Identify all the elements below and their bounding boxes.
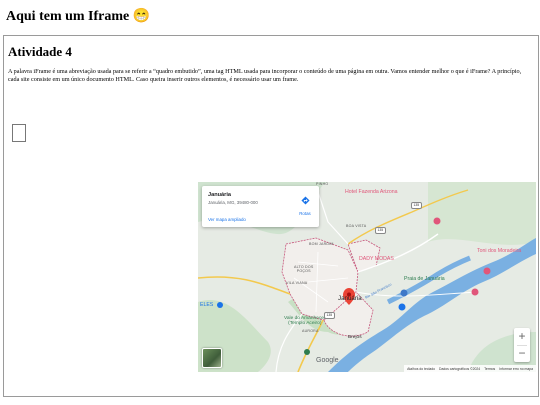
google-logo: Google bbox=[316, 357, 339, 364]
label-eles: ELES bbox=[200, 302, 214, 308]
place-card: Januária Januária, MG, 39480-000 Ver map… bbox=[202, 186, 319, 227]
directions-button[interactable]: Rotas bbox=[295, 192, 315, 216]
terms-link[interactable]: Termos bbox=[484, 367, 495, 371]
broken-image-icon bbox=[12, 124, 26, 142]
route-badge: 135 bbox=[375, 227, 386, 234]
embedded-google-map[interactable]: Januária Januária, MG, 39480-000 Ver map… bbox=[198, 182, 536, 372]
label-vila-viana: VILA VIANA bbox=[286, 281, 308, 285]
route-badge: 135 bbox=[324, 312, 335, 319]
label-praia-de-januaria: Praia de Januária bbox=[404, 276, 445, 282]
zoom-out-button[interactable]: − bbox=[514, 345, 530, 362]
satellite-layer-button[interactable] bbox=[202, 348, 222, 368]
report-error-link[interactable]: Informar erro no mapa bbox=[499, 367, 533, 371]
label-aurora: AURORA bbox=[302, 329, 319, 333]
label-brejos: Brejos bbox=[348, 335, 362, 340]
iframe-content: Atividade 4 A palavra iFrame é uma abrev… bbox=[3, 35, 539, 397]
label-city-januaria: Januária bbox=[338, 295, 362, 302]
zoom-in-button[interactable]: + bbox=[514, 328, 530, 345]
keyboard-shortcuts-link[interactable]: Atalhos do teclado bbox=[407, 367, 435, 371]
label-bom-jardim: BOM JARDIM bbox=[309, 242, 334, 246]
page-title: Aqui tem um Iframe 😁 bbox=[6, 9, 151, 24]
label-alto-dos-pocos: ALTO DOS POÇOS bbox=[294, 265, 314, 273]
label-boa-vista: BOA VISTA bbox=[346, 224, 367, 228]
zoom-divider bbox=[517, 345, 527, 346]
zoom-control: + − bbox=[514, 328, 530, 362]
label-vale-do-amanhecer: Vale do Amanhecer (Templo Aceiro) bbox=[284, 316, 326, 326]
route-badge: 135 bbox=[411, 202, 422, 209]
activity-heading: Atividade 4 bbox=[8, 44, 72, 59]
map-data-attribution: Dados cartográficos ©2024 bbox=[439, 366, 481, 371]
label-toni-dos-moradeira: Toni dos Moradeira bbox=[477, 248, 522, 254]
label-hotel-fazenda: Hotel Fazenda Arizona bbox=[345, 189, 398, 195]
directions-label: Rotas bbox=[299, 211, 311, 216]
directions-icon bbox=[300, 196, 310, 205]
iframe-description: A palavra iFrame é uma abreviação usada … bbox=[8, 68, 522, 83]
place-name: Januária bbox=[208, 192, 232, 198]
map-footer: Atalhos do teclado Dados cartográficos ©… bbox=[404, 365, 536, 372]
label-dady-modas: DADY MODAS bbox=[359, 256, 394, 262]
place-address: Januária, MG, 39480-000 bbox=[208, 200, 258, 205]
label-pinho: PINHO bbox=[316, 182, 329, 186]
larger-map-link[interactable]: Ver mapa ampliado bbox=[208, 217, 246, 222]
